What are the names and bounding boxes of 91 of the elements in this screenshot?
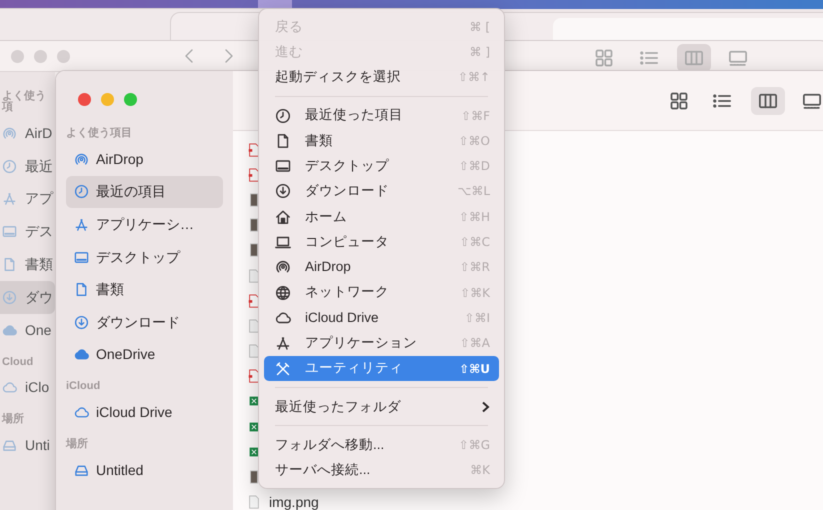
- menu-item[interactable]: 起動ディスクを選択 ⇧⌘↑: [264, 64, 499, 90]
- window-control[interactable]: [11, 50, 24, 62]
- disk-drive-icon: [2, 438, 17, 454]
- section-heading: 場所: [2, 414, 25, 426]
- menu-item[interactable]: ユーティリティ ⇧⌘U: [264, 356, 499, 382]
- pdf-file-icon: [247, 168, 261, 182]
- download-icon: [74, 314, 89, 330]
- gallery-view-icon: [802, 91, 822, 111]
- section-heading: よく使う項: [2, 91, 47, 113]
- menu-item[interactable]: コンピュータ ⇧⌘C: [264, 229, 499, 255]
- document-icon: [74, 282, 89, 298]
- sidebar-item[interactable]: 最近の項目: [66, 176, 223, 208]
- menu-item[interactable]: ダウンロード ⌥⌘L: [264, 178, 499, 204]
- airdrop-icon: [275, 259, 291, 276]
- sidebar-item[interactable]: デスクトップ: [66, 240, 223, 274]
- display-icon: [2, 224, 17, 240]
- section-heading: Cloud: [2, 356, 34, 368]
- menu-item[interactable]: AirDrop ⇧⌘R: [264, 254, 499, 280]
- menu-item[interactable]: 最近使った項目 ⇧⌘F: [264, 102, 499, 128]
- display-icon: [74, 250, 89, 265]
- apps-icon: [74, 216, 89, 232]
- menu-item[interactable]: デスクトップ ⇧⌘D: [264, 153, 499, 179]
- sidebar-item[interactable]: アプ: [2, 182, 55, 216]
- apps-icon: [275, 335, 291, 352]
- airdrop-icon: [2, 126, 17, 141]
- sidebar-item[interactable]: デス: [2, 215, 55, 248]
- sidebar-item[interactable]: OneDrive: [66, 338, 223, 372]
- sidebar-item[interactable]: Untitled: [66, 454, 223, 486]
- grid-view-icon: [594, 48, 614, 68]
- download-icon: [2, 290, 17, 305]
- menu-item[interactable]: アプリケーション ⇧⌘A: [264, 330, 499, 356]
- sidebar-item[interactable]: 書類: [2, 248, 55, 281]
- view-button[interactable]: [751, 87, 785, 115]
- section-heading: 場所: [66, 438, 89, 450]
- spreadsheet-file-icon: [247, 420, 261, 434]
- cloud-icon: [74, 404, 89, 420]
- sidebar-item[interactable]: Unti: [2, 429, 55, 462]
- menu-item[interactable]: ネットワーク ⇧⌘K: [264, 280, 499, 306]
- pdf-file-icon: [247, 369, 261, 384]
- menu-item[interactable]: iCloud Drive ⇧⌘I: [264, 305, 499, 331]
- house-icon: [275, 208, 291, 225]
- menu-item[interactable]: サーバへ接続... ⌘K: [264, 458, 499, 484]
- spreadsheet-file-icon: [247, 444, 261, 459]
- sidebar-item[interactable]: ダウンロード: [66, 306, 223, 339]
- window-control[interactable]: [57, 50, 70, 62]
- column-view-icon: [758, 91, 778, 111]
- clock-icon: [74, 184, 89, 200]
- sidebar-item[interactable]: 最近: [2, 150, 55, 183]
- document-icon: [2, 257, 17, 272]
- window-control[interactable]: [124, 93, 137, 106]
- download-icon: [275, 183, 291, 200]
- cloud-icon: [2, 322, 17, 338]
- clock-icon: [275, 108, 291, 124]
- section-heading: よく使う項目: [66, 128, 133, 139]
- cloud-icon: [2, 380, 17, 396]
- laptop-icon: [275, 234, 291, 250]
- sidebar-item[interactable]: AirD: [2, 117, 55, 150]
- menu-item[interactable]: ホーム ⇧⌘H: [264, 204, 499, 230]
- clock-icon: [2, 158, 17, 174]
- wrench-screwdriver-icon: [275, 360, 291, 376]
- airdrop-icon: [74, 152, 89, 167]
- menu-item[interactable]: 最近使ったフォルダ: [264, 394, 499, 420]
- sidebar-item[interactable]: One: [2, 314, 55, 347]
- sidebar-item[interactable]: 書類: [66, 273, 223, 306]
- sidebar-item[interactable]: AirDrop: [66, 143, 223, 176]
- menu-item[interactable]: 書類 ⇧⌘O: [264, 128, 499, 154]
- cloud-icon: [74, 347, 89, 362]
- sidebar-item[interactable]: アプリケーシ…: [66, 208, 223, 241]
- sidebar-item[interactable]: iClo: [2, 372, 55, 404]
- file-name[interactable]: img.png: [269, 492, 319, 510]
- pdf-file-icon: [247, 142, 261, 157]
- pdf-file-icon: [247, 294, 261, 308]
- display-icon: [275, 158, 291, 174]
- window-control[interactable]: [34, 50, 47, 62]
- sidebar-item[interactable]: iCloud Drive: [66, 396, 223, 429]
- sidebar-item[interactable]: ダウ: [0, 280, 55, 314]
- apps-icon: [2, 191, 17, 206]
- disk-drive-icon: [74, 462, 89, 478]
- window-control[interactable]: [78, 93, 91, 106]
- document-icon: [275, 132, 291, 149]
- spreadsheet-file-icon: [247, 394, 261, 408]
- menu-bar-highlight: [258, 0, 292, 9]
- cloud-icon: [275, 310, 291, 326]
- column-view-icon: [684, 48, 704, 68]
- grid-view-icon: [669, 91, 689, 111]
- menu-item[interactable]: フォルダへ移動... ⇧⌘G: [264, 432, 499, 458]
- chevron-right-icon: [481, 400, 490, 413]
- section-heading: iCloud: [66, 381, 102, 392]
- gallery-view-icon: [728, 48, 748, 68]
- globe-icon: [275, 284, 291, 301]
- window-control[interactable]: [101, 93, 114, 106]
